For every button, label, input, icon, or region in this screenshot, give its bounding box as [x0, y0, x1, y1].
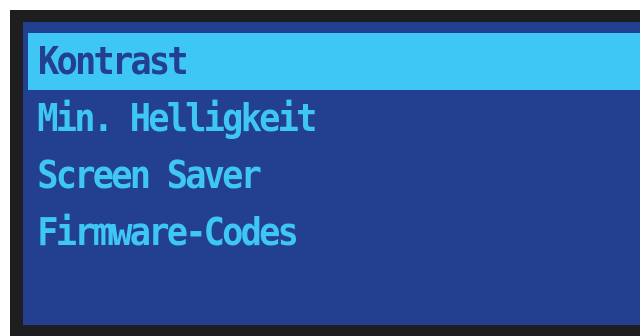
menu-item-kontrast[interactable]: Kontrast	[28, 33, 640, 90]
menu-item-label: Firmware-Codes	[37, 210, 299, 254]
menu-item-firmware-codes[interactable]: Firmware-Codes	[28, 204, 597, 261]
menu-item-min-helligkeit[interactable]: Min. Helligkeit	[28, 90, 597, 147]
lcd-screen: Kontrast Min. Helligkeit Screen Saver Fi…	[23, 22, 640, 325]
settings-menu: Kontrast Min. Helligkeit Screen Saver Fi…	[28, 33, 640, 261]
menu-item-label: Screen Saver	[37, 153, 262, 197]
menu-item-label: Kontrast	[38, 39, 189, 83]
menu-item-label: Min. Helligkeit	[37, 96, 317, 140]
menu-item-screen-saver[interactable]: Screen Saver	[28, 147, 597, 204]
